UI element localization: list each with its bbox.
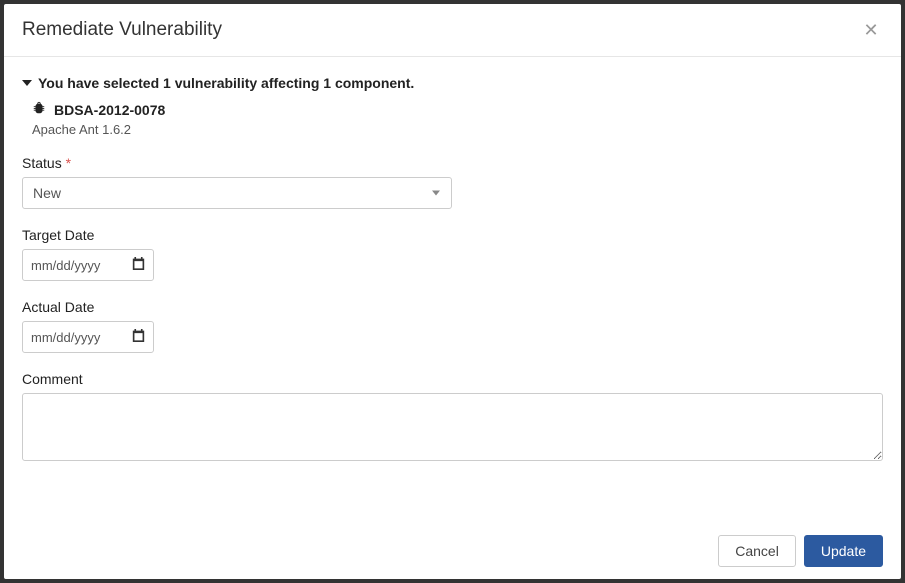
actual-date-label: Actual Date bbox=[22, 299, 883, 315]
status-group: Status * New bbox=[22, 155, 883, 209]
required-marker: * bbox=[66, 155, 71, 171]
status-label: Status * bbox=[22, 155, 883, 171]
comment-label: Comment bbox=[22, 371, 883, 387]
update-button[interactable]: Update bbox=[804, 535, 883, 567]
cancel-button[interactable]: Cancel bbox=[718, 535, 796, 567]
remediate-vulnerability-dialog: Remediate Vulnerability ✕ You have selec… bbox=[4, 4, 901, 579]
bug-icon bbox=[32, 101, 46, 118]
status-value: New bbox=[33, 185, 61, 201]
calendar-icon bbox=[132, 329, 145, 345]
status-select[interactable]: New bbox=[22, 177, 452, 209]
calendar-icon bbox=[132, 257, 145, 273]
target-date-group: Target Date mm/dd/yyyy bbox=[22, 227, 883, 281]
selection-summary-text: You have selected 1 vulnerability affect… bbox=[38, 75, 414, 91]
comment-textarea[interactable] bbox=[22, 393, 883, 461]
dialog-body: You have selected 1 vulnerability affect… bbox=[4, 57, 901, 523]
actual-date-placeholder: mm/dd/yyyy bbox=[31, 330, 100, 345]
vulnerability-row: BDSA-2012-0078 bbox=[32, 101, 883, 118]
dialog-footer: Cancel Update bbox=[4, 523, 901, 579]
target-date-placeholder: mm/dd/yyyy bbox=[31, 258, 100, 273]
close-button[interactable]: ✕ bbox=[859, 18, 883, 42]
target-date-input[interactable]: mm/dd/yyyy bbox=[22, 249, 154, 281]
caret-down-icon bbox=[22, 80, 32, 86]
vulnerability-id: BDSA-2012-0078 bbox=[54, 102, 165, 118]
component-name: Apache Ant 1.6.2 bbox=[32, 122, 883, 137]
dialog-header: Remediate Vulnerability ✕ bbox=[4, 4, 901, 57]
close-icon: ✕ bbox=[863, 20, 878, 41]
actual-date-group: Actual Date mm/dd/yyyy bbox=[22, 299, 883, 353]
actual-date-input[interactable]: mm/dd/yyyy bbox=[22, 321, 154, 353]
target-date-label: Target Date bbox=[22, 227, 883, 243]
comment-group: Comment bbox=[22, 371, 883, 466]
selection-summary-toggle[interactable]: You have selected 1 vulnerability affect… bbox=[22, 75, 883, 91]
dialog-title: Remediate Vulnerability bbox=[22, 19, 222, 41]
